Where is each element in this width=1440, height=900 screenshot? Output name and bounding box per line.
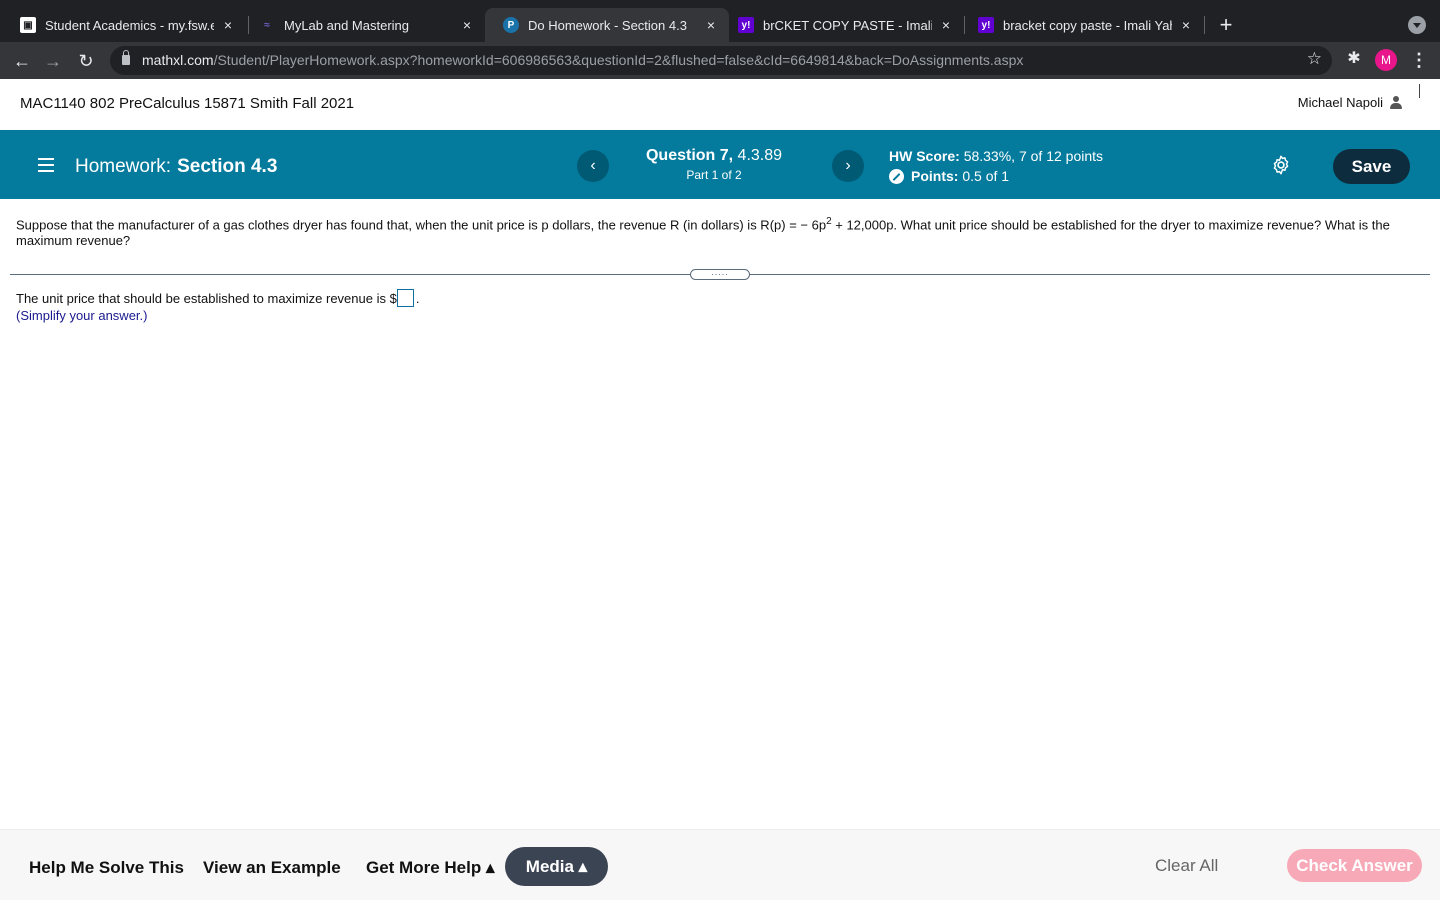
get-more-help-button[interactable]: Get More Help ▴ (366, 858, 495, 878)
close-icon[interactable]: × (220, 17, 236, 33)
course-header: MAC1140 802 PreCalculus 15871 Smith Fall… (0, 79, 1440, 130)
yahoo-icon: y! (978, 17, 994, 33)
new-tab-button[interactable]: + (1214, 14, 1238, 38)
view-example-button[interactable]: View an Example (203, 858, 341, 878)
tab-title: Do Homework - Section 4.3 (528, 17, 687, 33)
user-icon[interactable] (1390, 96, 1402, 109)
homework-title: Homework: Section 4.3 (75, 156, 278, 177)
footer-bar: Help Me Solve This View an Example Get M… (0, 829, 1440, 900)
browser-tab[interactable]: ▣ Student Academics - my.fsw.e × (2, 8, 246, 42)
mylab-icon: ≈ (264, 19, 270, 31)
tab-title: Student Academics - my.fsw.e (45, 17, 214, 33)
browser-tab-strip: ▣ Student Academics - my.fsw.e × ≈ MyLab… (0, 0, 1440, 42)
profile-avatar[interactable]: M (1375, 49, 1397, 71)
check-answer-button[interactable]: Check Answer (1287, 849, 1422, 882)
browser-tab[interactable]: y! bracket copy paste - Imali Yah × (960, 8, 1204, 42)
reload-icon[interactable]: ↻ (73, 48, 99, 74)
divider-handle[interactable]: ..... (690, 268, 750, 280)
fsw-icon: ▣ (20, 17, 36, 33)
question-part: Part 1 of 2 (686, 168, 742, 182)
tab-title: bracket copy paste - Imali Yah (1003, 17, 1172, 33)
user-name[interactable]: Michael Napoli (1298, 95, 1383, 110)
pearson-icon: P (503, 17, 519, 33)
yahoo-icon: y! (738, 17, 754, 33)
gear-icon[interactable] (1270, 154, 1292, 176)
clear-all-button[interactable]: Clear All (1155, 856, 1218, 876)
tab-title: MyLab and Mastering (284, 17, 410, 33)
media-button[interactable]: Media ▴ (505, 847, 608, 886)
points: Points: 0.5 of 1 (889, 168, 1009, 184)
partial-credit-icon (889, 168, 904, 184)
forward-arrow-icon[interactable]: → (40, 48, 66, 74)
address-bar[interactable]: mathxl.com/Student/PlayerHomework.aspx?h… (110, 46, 1332, 75)
question-text: Suppose that the manufacturer of a gas c… (16, 216, 1390, 249)
browser-menu-icon[interactable]: ⋮ (1410, 47, 1428, 73)
browser-toolbar: ← → ↻ mathxl.com/Student/PlayerHomework.… (0, 42, 1440, 79)
help-me-solve-button[interactable]: Help Me Solve This (29, 858, 184, 878)
next-question-button[interactable]: › (832, 150, 864, 182)
lock-icon (122, 50, 130, 65)
browser-tab[interactable]: y! brCKET COPY PASTE - Imali Ya × (720, 8, 964, 42)
tab-title: brCKET COPY PASTE - Imali Ya (763, 17, 932, 33)
text-cursor (1419, 84, 1420, 98)
close-icon[interactable]: × (703, 17, 719, 33)
menu-icon[interactable] (38, 158, 54, 172)
close-icon[interactable]: × (459, 17, 475, 33)
previous-question-button[interactable]: ‹ (577, 150, 609, 182)
browser-tab-active[interactable]: P Do Homework - Section 4.3 × (485, 8, 729, 42)
tab-search-icon[interactable] (1408, 16, 1426, 34)
back-arrow-icon[interactable]: ← (9, 48, 35, 74)
answer-input[interactable] (396, 289, 414, 307)
close-icon[interactable]: × (1178, 17, 1194, 33)
hw-score: HW Score: 58.33%, 7 of 12 points (889, 148, 1104, 164)
url-text: mathxl.com/Student/PlayerHomework.aspx?h… (142, 52, 1024, 68)
answer-line: The unit price that should be establishe… (16, 289, 420, 307)
hint-text: (Simplify your answer.) (16, 308, 148, 323)
save-button[interactable]: Save (1333, 149, 1410, 184)
extensions-puzzle-icon[interactable]: ✱ (1344, 48, 1364, 68)
question-title: Question 7, 4.3.89 (645, 147, 783, 164)
bookmark-star-icon[interactable]: ☆ (1307, 49, 1322, 69)
close-icon[interactable]: × (938, 17, 954, 33)
browser-tab[interactable]: ≈ MyLab and Mastering × (241, 8, 485, 42)
tab-separator (1204, 16, 1205, 34)
homework-banner: Homework: Section 4.3 ‹ Question 7, 4.3.8… (0, 130, 1440, 199)
course-title: MAC1140 802 PreCalculus 15871 Smith Fall… (20, 95, 355, 112)
